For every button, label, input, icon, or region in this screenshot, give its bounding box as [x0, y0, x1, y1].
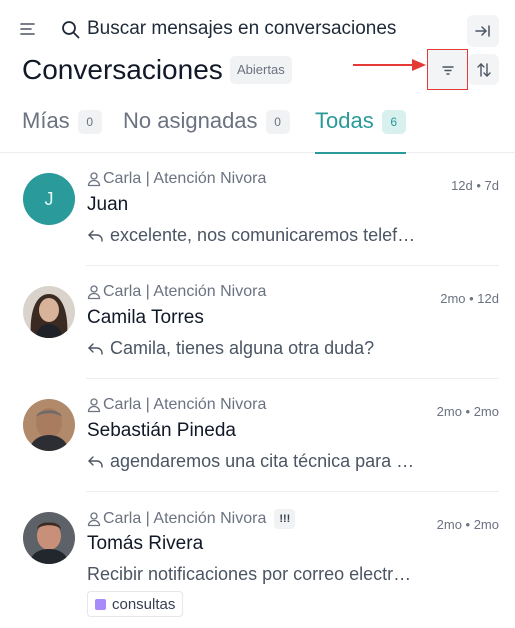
user-icon — [87, 285, 101, 300]
assigned-agent: Carla | Atención Nivora !!! — [87, 509, 296, 529]
search-input[interactable]: Buscar mensajes en conversaciones — [87, 18, 396, 40]
preview-text: agendaremos una cita técnica para … — [110, 451, 415, 471]
avatar: J — [23, 173, 75, 225]
priority-badge: !!! — [274, 509, 296, 529]
label-color-dot — [95, 598, 106, 610]
message-preview: Camila, tienes alguna otra duda? — [87, 338, 374, 359]
agent-name: Carla | Atención Nivora — [103, 396, 267, 413]
assigned-agent: Carla | Atención Nivora — [87, 283, 266, 301]
sort-arrows-icon — [476, 62, 491, 77]
arrow-to-right-icon — [475, 25, 490, 37]
conversation-time: 2mo • 2mo — [436, 404, 499, 419]
avatar-initial: J — [23, 173, 75, 225]
conversation-time: 2mo • 2mo — [436, 517, 499, 532]
filter-button[interactable] — [427, 49, 468, 90]
conversation-time: 12d • 7d — [451, 178, 499, 193]
annotation-arrow-line — [353, 64, 419, 66]
contact-name: Camila Torres — [87, 307, 204, 328]
tab-no-asignadas[interactable]: No asignadas 0 — [123, 108, 290, 152]
tab-label: Todas — [315, 108, 374, 133]
agent-name: Carla | Atención Nivora — [103, 283, 267, 300]
sort-button[interactable] — [468, 54, 499, 85]
preview-text: excelente, nos comunicaremos telef… — [110, 225, 416, 245]
user-icon — [87, 398, 101, 413]
conversation-item[interactable]: Carla | Atención Nivora 2mo • 2mo Sebast… — [0, 379, 515, 492]
tab-todas[interactable]: Todas 6 — [315, 108, 406, 154]
contact-name: Juan — [87, 194, 129, 215]
page-title: Conversaciones — [22, 54, 223, 85]
message-preview: Recibir notificaciones por correo electr… — [87, 564, 411, 585]
agent-name: Carla | Atención Nivora — [103, 170, 267, 187]
conversation-item[interactable]: J Carla | Atención Nivora 12d • 7d Juan … — [0, 153, 515, 266]
collapse-button[interactable] — [467, 15, 499, 47]
user-icon — [87, 172, 101, 187]
conversation-tabs: Mías 0 No asignadas 0 Todas 6 — [0, 100, 515, 154]
top-bar: Buscar mensajes en conversaciones — [0, 0, 515, 52]
tab-count-badge: 6 — [381, 110, 406, 134]
preview-text: Recibir notificaciones por correo electr… — [87, 564, 412, 584]
label-chip[interactable]: consultas — [87, 591, 184, 617]
tab-mias[interactable]: Mías 0 — [22, 108, 102, 152]
tab-count-badge: 0 — [77, 110, 102, 134]
search-icon[interactable] — [61, 20, 81, 40]
label-text: consultas — [112, 595, 176, 613]
annotation-arrow-head — [412, 59, 426, 71]
conversation-item[interactable]: Carla | Atención Nivora !!! 2mo • 2mo To… — [0, 492, 515, 628]
assigned-agent: Carla | Atención Nivora — [87, 396, 266, 414]
contact-name: Sebastián Pineda — [87, 420, 236, 441]
contact-name: Tomás Rivera — [87, 533, 204, 554]
tab-label: Mías — [22, 108, 70, 133]
conversation-time: 2mo • 12d — [440, 291, 499, 306]
avatar — [23, 399, 75, 451]
agent-name: Carla | Atención Nivora — [103, 510, 267, 527]
preview-text: Camila, tienes alguna otra duda? — [110, 338, 375, 358]
tab-count-badge: 0 — [265, 110, 290, 134]
tab-label: No asignadas — [123, 108, 258, 133]
filter-icon — [441, 65, 454, 75]
status-filter-badge[interactable]: Abiertas — [230, 56, 292, 84]
avatar — [23, 286, 75, 338]
assigned-agent: Carla | Atención Nivora — [87, 170, 266, 188]
reply-icon — [88, 229, 103, 242]
conversation-item[interactable]: Carla | Atención Nivora 2mo • 12d Camila… — [0, 266, 515, 379]
message-preview: agendaremos una cita técnica para … — [87, 451, 414, 472]
user-icon — [87, 512, 101, 527]
menu-icon[interactable] — [20, 21, 38, 37]
reply-icon — [88, 455, 103, 468]
avatar — [23, 512, 75, 564]
message-preview: excelente, nos comunicaremos telef… — [87, 225, 415, 246]
reply-icon — [88, 342, 103, 355]
